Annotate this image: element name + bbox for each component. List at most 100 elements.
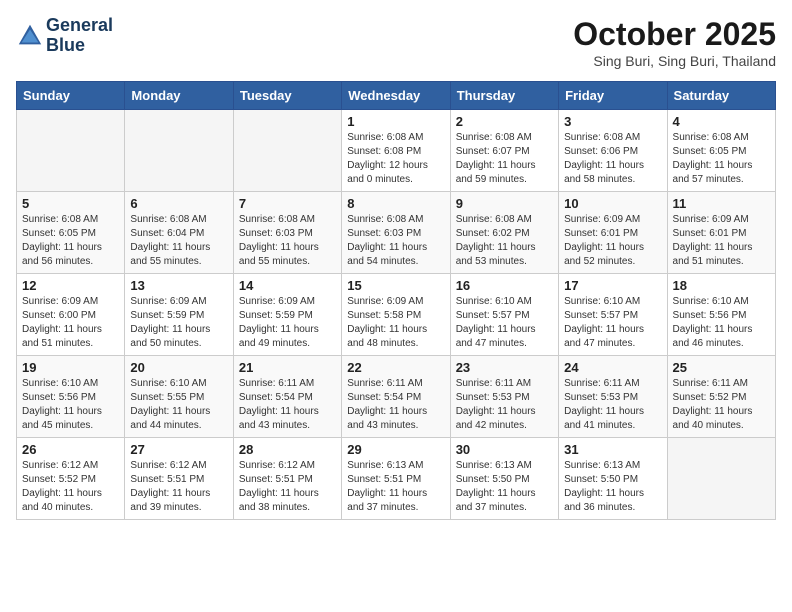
day-info: Sunrise: 6:10 AM Sunset: 5:56 PM Dayligh… <box>673 295 770 351</box>
calendar-week-row: 1 Sunrise: 6:08 AM Sunset: 6:08 PM Daylig… <box>17 110 776 192</box>
day-info: Sunrise: 6:12 AM Sunset: 5:51 PM Dayligh… <box>239 459 336 515</box>
calendar-cell: 30 Sunrise: 6:13 AM Sunset: 5:50 PM Dayli… <box>450 438 558 520</box>
logo-icon <box>16 22 44 50</box>
day-info: Sunrise: 6:09 AM Sunset: 5:59 PM Dayligh… <box>130 295 227 351</box>
day-number: 21 <box>239 360 336 375</box>
day-number: 5 <box>22 196 119 211</box>
calendar-cell: 12 Sunrise: 6:09 AM Sunset: 6:00 PM Dayli… <box>17 274 125 356</box>
day-number: 15 <box>347 278 444 293</box>
day-info: Sunrise: 6:09 AM Sunset: 5:59 PM Dayligh… <box>239 295 336 351</box>
day-number: 23 <box>456 360 553 375</box>
day-info: Sunrise: 6:12 AM Sunset: 5:51 PM Dayligh… <box>130 459 227 515</box>
day-number: 14 <box>239 278 336 293</box>
calendar-cell: 21Sunrise: 6:11 AM Sunset: 5:54 PM Dayli… <box>233 356 341 438</box>
day-number: 24 <box>564 360 661 375</box>
calendar-cell: 5 Sunrise: 6:08 AM Sunset: 6:05 PM Daylig… <box>17 192 125 274</box>
day-number: 8 <box>347 196 444 211</box>
weekday-header-tuesday: Tuesday <box>233 82 341 110</box>
day-info: Sunrise: 6:08 AM Sunset: 6:06 PM Dayligh… <box>564 131 661 187</box>
calendar-cell: 16 Sunrise: 6:10 AM Sunset: 5:57 PM Dayli… <box>450 274 558 356</box>
weekday-header-row: SundayMondayTuesdayWednesdayThursdayFrid… <box>17 82 776 110</box>
day-info: Sunrise: 6:10 AM Sunset: 5:55 PM Dayligh… <box>130 377 227 433</box>
calendar-cell <box>233 110 341 192</box>
day-info: Sunrise: 6:09 AM Sunset: 6:00 PM Dayligh… <box>22 295 119 351</box>
day-number: 10 <box>564 196 661 211</box>
day-number: 7 <box>239 196 336 211</box>
day-info: Sunrise: 6:13 AM Sunset: 5:50 PM Dayligh… <box>456 459 553 515</box>
day-number: 12 <box>22 278 119 293</box>
month-title: October 2025 <box>573 16 776 53</box>
day-number: 20 <box>130 360 227 375</box>
calendar-week-row: 12 Sunrise: 6:09 AM Sunset: 6:00 PM Dayli… <box>17 274 776 356</box>
day-number: 6 <box>130 196 227 211</box>
day-info: Sunrise: 6:11 AM Sunset: 5:54 PM Dayligh… <box>347 377 444 433</box>
day-info: Sunrise: 6:08 AM Sunset: 6:03 PM Dayligh… <box>347 213 444 269</box>
calendar-cell: 14 Sunrise: 6:09 AM Sunset: 5:59 PM Dayli… <box>233 274 341 356</box>
calendar-cell: 28 Sunrise: 6:12 AM Sunset: 5:51 PM Dayli… <box>233 438 341 520</box>
day-info: Sunrise: 6:09 AM Sunset: 6:01 PM Dayligh… <box>564 213 661 269</box>
day-number: 22 <box>347 360 444 375</box>
day-info: Sunrise: 6:11 AM Sunset: 5:53 PM Dayligh… <box>456 377 553 433</box>
day-number: 26 <box>22 442 119 457</box>
day-number: 16 <box>456 278 553 293</box>
calendar-cell: 20 Sunrise: 6:10 AM Sunset: 5:55 PM Dayli… <box>125 356 233 438</box>
calendar-cell: 7 Sunrise: 6:08 AM Sunset: 6:03 PM Daylig… <box>233 192 341 274</box>
calendar-cell <box>667 438 775 520</box>
calendar-week-row: 19 Sunrise: 6:10 AM Sunset: 5:56 PM Dayli… <box>17 356 776 438</box>
weekday-header-friday: Friday <box>559 82 667 110</box>
calendar-cell: 1 Sunrise: 6:08 AM Sunset: 6:08 PM Daylig… <box>342 110 450 192</box>
day-info: Sunrise: 6:09 AM Sunset: 5:58 PM Dayligh… <box>347 295 444 351</box>
calendar-cell: 8 Sunrise: 6:08 AM Sunset: 6:03 PM Daylig… <box>342 192 450 274</box>
logo: General Blue <box>16 16 113 56</box>
calendar-cell: 13Sunrise: 6:09 AM Sunset: 5:59 PM Dayli… <box>125 274 233 356</box>
weekday-header-sunday: Sunday <box>17 82 125 110</box>
day-info: Sunrise: 6:10 AM Sunset: 5:56 PM Dayligh… <box>22 377 119 433</box>
calendar-cell: 10 Sunrise: 6:09 AM Sunset: 6:01 PM Dayli… <box>559 192 667 274</box>
day-info: Sunrise: 6:08 AM Sunset: 6:08 PM Dayligh… <box>347 131 444 187</box>
day-number: 19 <box>22 360 119 375</box>
day-info: Sunrise: 6:10 AM Sunset: 5:57 PM Dayligh… <box>564 295 661 351</box>
day-number: 31 <box>564 442 661 457</box>
weekday-header-thursday: Thursday <box>450 82 558 110</box>
day-number: 28 <box>239 442 336 457</box>
weekday-header-saturday: Saturday <box>667 82 775 110</box>
calendar-cell: 11 Sunrise: 6:09 AM Sunset: 6:01 PM Dayli… <box>667 192 775 274</box>
location-subtitle: Sing Buri, Sing Buri, Thailand <box>573 53 776 69</box>
day-number: 4 <box>673 114 770 129</box>
day-info: Sunrise: 6:13 AM Sunset: 5:50 PM Dayligh… <box>564 459 661 515</box>
calendar-cell: 22 Sunrise: 6:11 AM Sunset: 5:54 PM Dayli… <box>342 356 450 438</box>
day-info: Sunrise: 6:11 AM Sunset: 5:53 PM Dayligh… <box>564 377 661 433</box>
calendar-week-row: 5 Sunrise: 6:08 AM Sunset: 6:05 PM Daylig… <box>17 192 776 274</box>
calendar-cell: 19 Sunrise: 6:10 AM Sunset: 5:56 PM Dayli… <box>17 356 125 438</box>
day-number: 1 <box>347 114 444 129</box>
day-number: 9 <box>456 196 553 211</box>
calendar-cell: 9Sunrise: 6:08 AM Sunset: 6:02 PM Daylig… <box>450 192 558 274</box>
calendar-cell: 31 Sunrise: 6:13 AM Sunset: 5:50 PM Dayli… <box>559 438 667 520</box>
day-info: Sunrise: 6:08 AM Sunset: 6:03 PM Dayligh… <box>239 213 336 269</box>
day-number: 17 <box>564 278 661 293</box>
day-number: 30 <box>456 442 553 457</box>
day-info: Sunrise: 6:09 AM Sunset: 6:01 PM Dayligh… <box>673 213 770 269</box>
calendar-cell: 2 Sunrise: 6:08 AM Sunset: 6:07 PM Daylig… <box>450 110 558 192</box>
calendar-cell: 24 Sunrise: 6:11 AM Sunset: 5:53 PM Dayli… <box>559 356 667 438</box>
day-info: Sunrise: 6:08 AM Sunset: 6:07 PM Dayligh… <box>456 131 553 187</box>
calendar-cell: 4 Sunrise: 6:08 AM Sunset: 6:05 PM Daylig… <box>667 110 775 192</box>
day-info: Sunrise: 6:10 AM Sunset: 5:57 PM Dayligh… <box>456 295 553 351</box>
calendar-week-row: 26 Sunrise: 6:12 AM Sunset: 5:52 PM Dayli… <box>17 438 776 520</box>
calendar-cell <box>125 110 233 192</box>
day-info: Sunrise: 6:11 AM Sunset: 5:52 PM Dayligh… <box>673 377 770 433</box>
day-number: 11 <box>673 196 770 211</box>
day-info: Sunrise: 6:12 AM Sunset: 5:52 PM Dayligh… <box>22 459 119 515</box>
day-info: Sunrise: 6:08 AM Sunset: 6:04 PM Dayligh… <box>130 213 227 269</box>
day-number: 2 <box>456 114 553 129</box>
day-number: 3 <box>564 114 661 129</box>
weekday-header-wednesday: Wednesday <box>342 82 450 110</box>
day-info: Sunrise: 6:08 AM Sunset: 6:05 PM Dayligh… <box>22 213 119 269</box>
calendar-table: SundayMondayTuesdayWednesdayThursdayFrid… <box>16 81 776 520</box>
title-block: October 2025 Sing Buri, Sing Buri, Thail… <box>573 16 776 69</box>
calendar-cell: 25Sunrise: 6:11 AM Sunset: 5:52 PM Dayli… <box>667 356 775 438</box>
day-info: Sunrise: 6:08 AM Sunset: 6:05 PM Dayligh… <box>673 131 770 187</box>
calendar-cell <box>17 110 125 192</box>
calendar-cell: 29Sunrise: 6:13 AM Sunset: 5:51 PM Dayli… <box>342 438 450 520</box>
calendar-cell: 3 Sunrise: 6:08 AM Sunset: 6:06 PM Daylig… <box>559 110 667 192</box>
